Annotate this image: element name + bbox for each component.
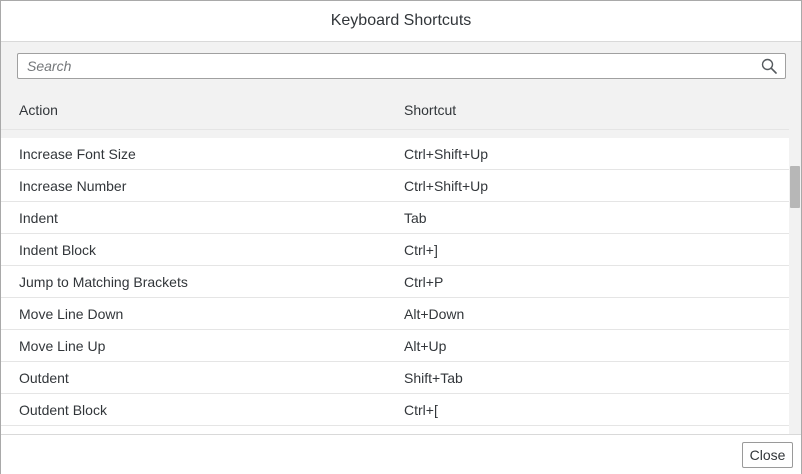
close-button[interactable]: Close [742,442,793,468]
row-action: Increase Font Size [19,146,136,162]
table-row[interactable]: Indent Tab [1,202,789,234]
table-row[interactable]: Increase Font Size Ctrl+Shift+Up [1,138,789,170]
table-row[interactable]: Increase Number Ctrl+Shift+Up [1,170,789,202]
table-row[interactable]: Move Line Down Alt+Down [1,298,789,330]
row-shortcut: Shift+Tab [404,370,463,386]
row-shortcut: Alt+Up [404,338,447,354]
row-shortcut: Ctrl+Shift+Up [404,146,489,162]
scrollbar-thumb[interactable] [790,166,800,208]
row-action: Jump to Matching Brackets [19,274,188,290]
row-shortcut: Ctrl+[ [404,402,438,418]
row-action: Outdent Block [19,402,107,418]
row-action: Increase Number [19,178,127,194]
row-shortcut: Alt+Down [404,306,465,322]
column-header-shortcut[interactable]: Shortcut [404,102,456,118]
row-shortcut: Tab [404,210,427,226]
dialog-content: Action Shortcut Increase Font Size Ctrl+S… [1,42,801,434]
row-action: Move Line Up [19,338,106,354]
table-row[interactable]: Jump to Matching Brackets Ctrl+P [1,266,789,298]
vertical-scrollbar[interactable] [789,42,801,434]
search-input[interactable] [18,54,753,78]
table-row[interactable]: Move Line Up Alt+Up [1,330,789,362]
dialog-footer: Close [1,434,801,474]
keyboard-shortcuts-dialog: Keyboard Shortcuts Action Shortcut Incre… [0,0,802,474]
row-action: Move Line Down [19,306,124,322]
row-shortcut: Ctrl+] [404,242,438,258]
shortcut-list: Increase Font Size Ctrl+Shift+Up Increase … [1,138,789,434]
row-shortcut: Ctrl+P [404,274,444,290]
dialog-title: Keyboard Shortcuts [330,12,472,29]
dialog-header: Keyboard Shortcuts [1,1,801,42]
column-header-action[interactable]: Action [19,102,58,118]
search-icon[interactable] [761,58,777,74]
table-row[interactable]: Outdent Block Ctrl+[ [1,394,789,426]
table-header: Action Shortcut [1,90,789,130]
table-row[interactable]: Outdent Shift+Tab [1,362,789,394]
row-action: Outdent [19,370,69,386]
row-action: Indent [19,210,58,226]
row-shortcut: Ctrl+Shift+Up [404,178,489,194]
table-row[interactable]: Indent Block Ctrl+] [1,234,789,266]
row-action: Indent Block [19,242,97,258]
search-field [17,53,786,79]
